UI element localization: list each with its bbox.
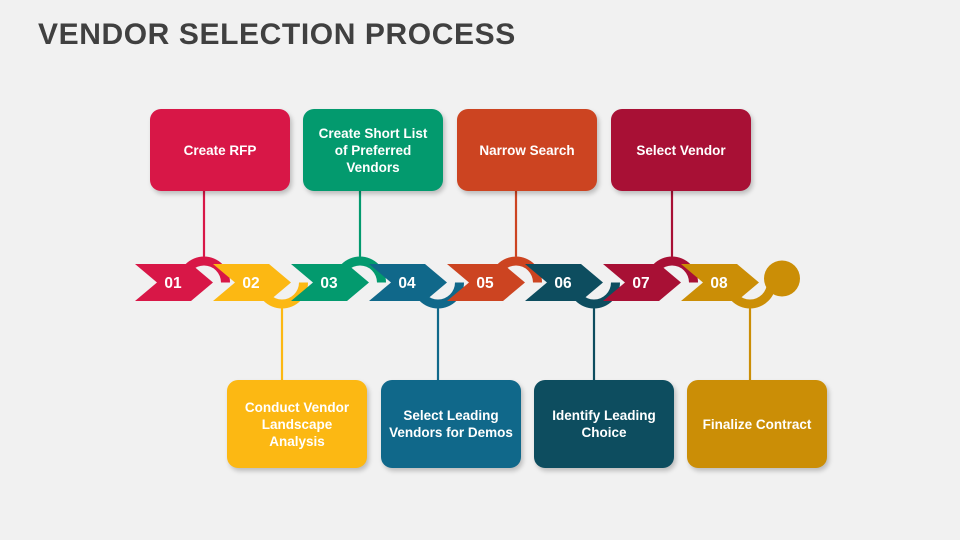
- step-card-06[interactable]: Identify Leading Choice: [534, 380, 674, 468]
- step-card-label: Narrow Search: [479, 142, 575, 158]
- step-number-06[interactable]: 06: [543, 275, 583, 293]
- step-card-01[interactable]: Create RFP: [150, 109, 290, 191]
- step-number-04[interactable]: 04: [387, 275, 427, 293]
- step-number-01[interactable]: 01: [153, 275, 193, 293]
- step-card-label: Identify Leading Choice: [552, 408, 656, 440]
- step-card-label: Create RFP: [183, 142, 257, 158]
- step-card-05[interactable]: Narrow Search: [457, 109, 597, 191]
- step-card-04[interactable]: Select Leading Vendors for Demos: [381, 380, 521, 468]
- step-card-label: Finalize Contract: [702, 416, 812, 432]
- step-card-03[interactable]: Create Short List of Preferred Vendors: [303, 109, 443, 191]
- step-card-08[interactable]: Finalize Contract: [687, 380, 827, 468]
- step-card-label: Create Short List of Preferred Vendors: [318, 125, 428, 175]
- step-card-07[interactable]: Select Vendor: [611, 109, 751, 191]
- step-number-03[interactable]: 03: [309, 275, 349, 293]
- step-number-07[interactable]: 07: [621, 275, 661, 293]
- step-card-02[interactable]: Conduct Vendor Landscape Analysis: [227, 380, 367, 468]
- step-card-label: Select Vendor: [636, 142, 726, 158]
- step-card-label: Conduct Vendor Landscape Analysis: [244, 399, 350, 449]
- slide-canvas: VENDOR SELECTION PROCESS Create RFP Condu…: [0, 0, 960, 540]
- step-number-05[interactable]: 05: [465, 275, 505, 293]
- step-number-02[interactable]: 02: [231, 275, 271, 293]
- page-title: VENDOR SELECTION PROCESS: [38, 18, 516, 51]
- ribbon-end-dot: [764, 260, 800, 297]
- step-card-label: Select Leading Vendors for Demos: [389, 408, 513, 440]
- step-number-08[interactable]: 08: [699, 275, 739, 293]
